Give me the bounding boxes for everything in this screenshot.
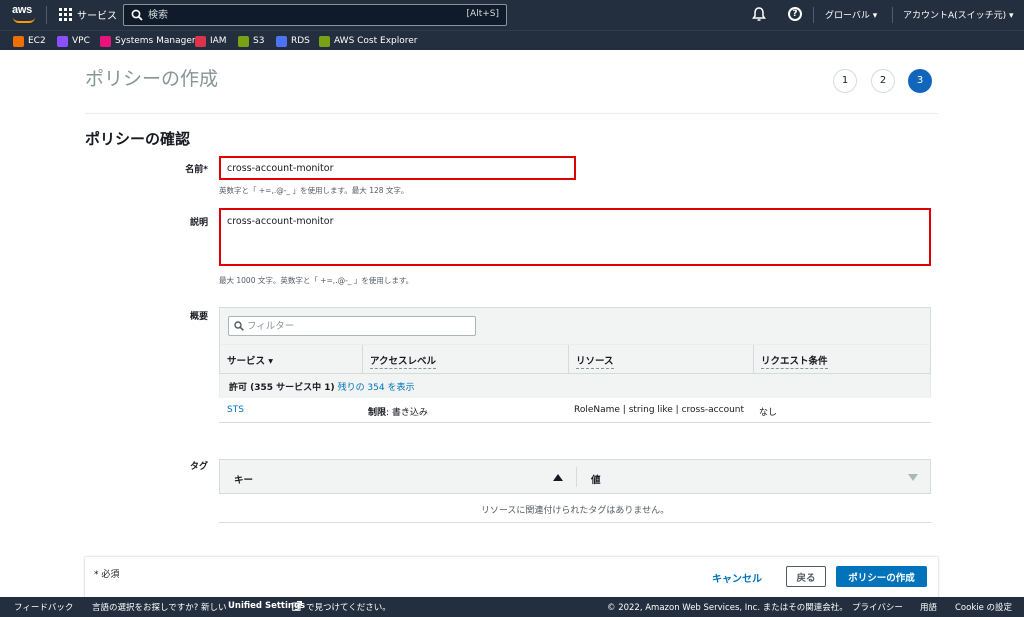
access-level-value: 制限: 書き込み [368,405,428,418]
search-icon [131,9,143,21]
required-note: * 必須 [94,570,120,580]
nav-divider [46,6,47,24]
description-field[interactable]: cross-account-monitor [219,208,931,266]
step-3: 3 [908,69,932,93]
systems-manager-icon [100,35,111,47]
copyright: © 2022, Amazon Web Services, Inc. またはその関… [607,603,848,613]
description-label: 説明 [189,218,208,228]
action-bar: * 必須 キャンセル 戻る ポリシーの作成 [85,556,938,598]
external-link-icon [292,601,302,611]
back-button[interactable]: 戻る [786,566,826,587]
favorite-label: IAM [210,36,227,46]
filter-input[interactable] [247,320,467,333]
favorite-label: Systems Manager [115,36,196,46]
name-label: 名前* [185,165,208,175]
table-row: STS 制限: 書き込み RoleName | string like | cr… [219,398,931,423]
tags-empty-message: リソースに関連付けられたタグはありません。 [219,494,931,523]
privacy-link[interactable]: プライバシー [852,601,903,613]
name-field[interactable]: cross-account-monitor [219,156,576,180]
sort-down-icon[interactable] [908,474,918,481]
step-2[interactable]: 2 [871,69,895,93]
show-remaining-link[interactable]: 残りの 354 を表示 [338,383,415,393]
access-level-rest: : 書き込み [386,408,428,418]
aws-logo[interactable]: aws [12,4,36,24]
feedback-link[interactable]: フィードバック [14,601,73,613]
terms-link[interactable]: 用語 [920,601,937,613]
favorite-ec2[interactable]: EC2 [13,34,46,48]
column-resource-label: リソース [576,356,614,369]
search-box[interactable]: [Alt+S] [123,4,507,26]
account-menu[interactable]: アカウントA(スイッチ元) ▾ [903,8,1014,21]
summary-group-row: 許可 (355 サービス中 1) 残りの 354 を表示 [219,374,931,398]
favorites-bar: EC2 VPC Systems Manager IAM S3 RDS AWS C… [0,30,1024,50]
bell-icon[interactable] [752,6,766,22]
favorite-label: EC2 [28,36,46,46]
cost-explorer-icon [319,35,330,47]
iam-icon [195,35,206,47]
filter-box[interactable] [228,316,476,336]
s3-icon [238,35,249,47]
access-level-bold: 制限 [368,408,387,418]
services-menu[interactable]: サービス [77,7,117,22]
favorite-label: RDS [291,36,310,46]
create-policy-button[interactable]: ポリシーの作成 [836,566,927,587]
summary-header-row: サービス ▾ アクセスレベル リソース リクエスト条件 [219,344,931,374]
service-link[interactable]: STS [227,405,244,415]
services-grid-icon[interactable] [59,8,72,21]
name-hint: 英数字と「 +=,.@-_ 」を使用します。最大 128 文字。 [219,186,409,195]
column-request-condition-label: リクエスト条件 [761,356,828,369]
favorite-vpc[interactable]: VPC [57,34,90,48]
column-value[interactable]: 値 [591,472,601,486]
group-label: 許可 (355 サービス中 1) [229,383,335,393]
column-request-condition[interactable]: リクエスト条件 [753,345,930,373]
region-menu[interactable]: グローバル ▾ [825,8,877,21]
help-icon[interactable]: ? [788,7,802,21]
search-icon [234,321,244,331]
summary-table: サービス ▾ アクセスレベル リソース リクエスト条件 許可 (355 サービス… [219,307,931,423]
favorite-label: VPC [72,36,90,46]
column-access-level-label: アクセスレベル [370,356,437,369]
resource-value: RoleName | string like | cross-account [574,405,745,415]
nav-separator [813,7,814,23]
tags-header-row: キー 値 [219,459,931,494]
favorite-label: S3 [253,36,265,46]
footer-bar: フィードバック 言語の選択をお探しですか? 新しい Unified Settin… [0,597,1024,617]
favorite-cost-explorer[interactable]: AWS Cost Explorer [319,34,417,48]
page-title: ポリシーの作成 [85,68,219,90]
search-input[interactable] [148,8,448,22]
sort-up-icon[interactable] [553,474,563,481]
favorite-label: AWS Cost Explorer [334,36,418,46]
favorite-iam[interactable]: IAM [195,34,227,48]
vpc-icon [57,35,68,47]
tags-label: タグ [189,462,208,472]
condition-value: なし [759,408,778,418]
nav-separator [892,7,893,23]
description-hint: 最大 1000 文字。英数字と「 +=,.@-_ 」を使用します。 [219,276,414,285]
rds-icon [276,35,287,47]
search-shortcut: [Alt+S] [466,9,499,19]
column-divider [576,467,577,487]
divider [85,113,938,114]
summary-filter-bar [219,307,931,344]
cancel-button[interactable]: キャンセル [712,567,762,587]
column-key[interactable]: キー [234,472,253,486]
language-suffix: で見つけてください。 [306,603,391,613]
top-nav: aws サービス [Alt+S] ? グローバル ▾ アカウントA(スイッチ元)… [0,0,1024,30]
step-1[interactable]: 1 [833,69,857,93]
favorite-systems-manager[interactable]: Systems Manager [100,34,196,48]
column-service[interactable]: サービス ▾ [220,345,362,373]
cookie-settings-link[interactable]: Cookie の設定 [955,601,1012,613]
section-title: ポリシーの確認 [85,130,191,148]
ec2-icon [13,35,24,47]
column-resource[interactable]: リソース [568,345,753,373]
column-service-label: サービス ▾ [227,356,274,367]
favorite-s3[interactable]: S3 [238,34,264,48]
summary-label: 概要 [189,312,208,322]
favorite-rds[interactable]: RDS [276,34,310,48]
column-access-level[interactable]: アクセスレベル [362,345,568,373]
language-prompt: 言語の選択をお探しですか? 新しい [92,603,227,613]
tags-table: キー 値 リソースに関連付けられたタグはありません。 [219,459,931,523]
